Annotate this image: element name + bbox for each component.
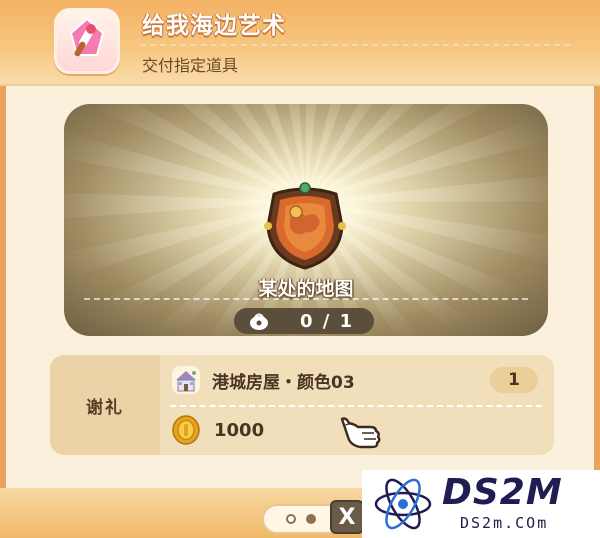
reward-box: 谢礼 港城房屋・颜色03 1 1000 (50, 355, 554, 455)
page-dot-2[interactable] (306, 514, 316, 524)
showcase-divider (84, 298, 528, 300)
required-item-showcase: 某处的地图 0 / 1 (64, 104, 548, 336)
reward-row-house[interactable]: 港城房屋・颜色03 1 (164, 357, 550, 403)
watermark-main-text: DS2M (442, 472, 563, 513)
reward-label-column: 谢礼 (50, 355, 160, 455)
watermark-sub-text: DS2m.COm (460, 514, 549, 532)
paintbrush-icon (69, 17, 105, 57)
reward-label: 谢礼 (86, 397, 124, 418)
reward-coin-amount: 1000 (214, 419, 265, 441)
atom-logo-icon (374, 478, 432, 530)
required-item-name: 某处的地图 (258, 278, 354, 300)
quest-title: 给我海边艺术 (142, 13, 286, 39)
item-progress-text: 0 / 1 (300, 310, 355, 332)
reward-house-name: 港城房屋・颜色03 (212, 372, 355, 393)
item-progress-pill: 0 / 1 (234, 308, 374, 334)
reward-row-coins[interactable]: 1000 (164, 407, 550, 453)
quest-icon-frame (54, 8, 120, 74)
quest-header: 给我海边艺术 交付指定道具 (0, 0, 600, 86)
treasure-map-icon[interactable] (260, 180, 350, 272)
gold-coin-icon (172, 415, 200, 445)
reward-quantity-badge: 1 (490, 367, 538, 393)
house-icon (172, 366, 200, 394)
page-dot-1[interactable] (286, 514, 296, 524)
pointing-hand-icon (340, 417, 381, 449)
close-button[interactable]: X (330, 500, 364, 534)
header-divider (140, 44, 570, 46)
bag-icon (250, 313, 268, 330)
watermark: DS2M DS2m.COm (362, 470, 600, 538)
quest-subtitle: 交付指定道具 (142, 56, 239, 75)
